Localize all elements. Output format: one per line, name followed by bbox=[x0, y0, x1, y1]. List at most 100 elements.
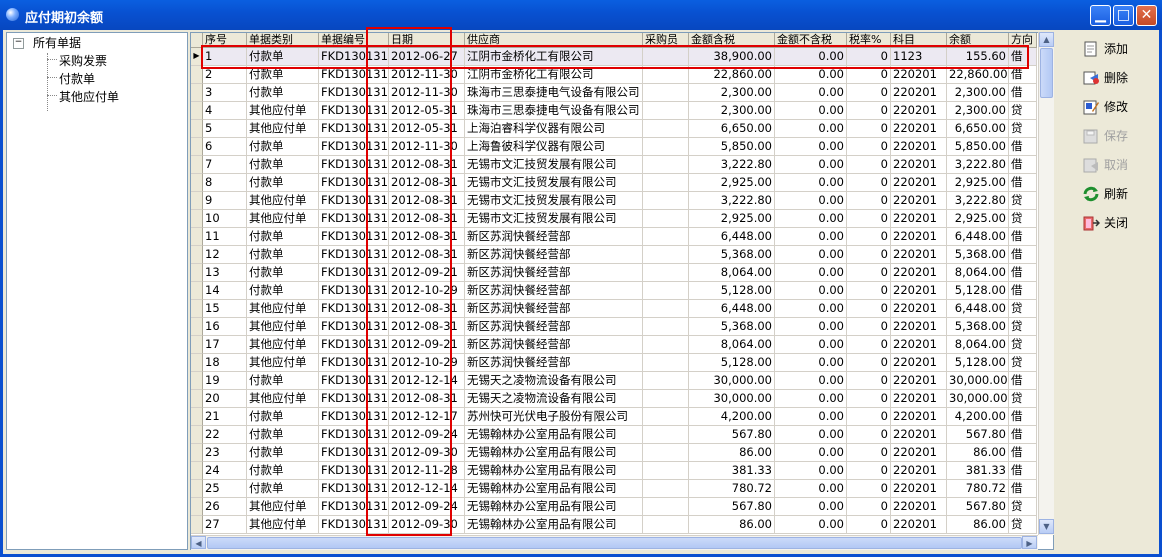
table-cell[interactable]: 其他应付单 bbox=[247, 390, 319, 408]
column-header[interactable]: 单据类别 bbox=[247, 33, 319, 48]
table-cell[interactable]: 贷 bbox=[1009, 318, 1037, 336]
table-cell[interactable]: 22 bbox=[203, 426, 247, 444]
table-cell[interactable]: 借 bbox=[1009, 408, 1037, 426]
table-cell[interactable]: 2012-11-30 bbox=[389, 138, 465, 156]
table-cell[interactable]: FKD130131 bbox=[319, 336, 389, 354]
table-cell[interactable] bbox=[643, 192, 689, 210]
table-cell[interactable]: FKD130131 bbox=[319, 390, 389, 408]
table-cell[interactable]: 220201 bbox=[891, 318, 947, 336]
scroll-down-button[interactable]: ▼ bbox=[1039, 519, 1054, 534]
cancel-button[interactable]: 取消 bbox=[1080, 154, 1152, 178]
table-cell[interactable]: 2012-09-30 bbox=[389, 444, 465, 462]
table-cell[interactable]: 贷 bbox=[1009, 516, 1037, 534]
tree-item-other-payable[interactable]: 其他应付单 bbox=[59, 88, 119, 105]
table-cell[interactable]: 0.00 bbox=[775, 462, 847, 480]
table-cell[interactable]: 2012-08-31 bbox=[389, 174, 465, 192]
table-cell[interactable]: 0 bbox=[847, 498, 891, 516]
table-cell[interactable]: 22,860.00 bbox=[689, 66, 775, 84]
table-cell[interactable]: 6,650.00 bbox=[947, 120, 1009, 138]
table-cell[interactable]: 0 bbox=[847, 516, 891, 534]
table-cell[interactable]: 0 bbox=[847, 336, 891, 354]
table-cell[interactable]: FKD130131 bbox=[319, 480, 389, 498]
table-cell[interactable]: 上海泊睿科学仪器有限公司 bbox=[465, 120, 643, 138]
table-cell[interactable]: 借 bbox=[1009, 372, 1037, 390]
table-cell[interactable] bbox=[643, 444, 689, 462]
close-button[interactable]: 关闭 bbox=[1080, 212, 1152, 236]
table-cell[interactable]: 0 bbox=[847, 318, 891, 336]
table-cell[interactable]: 6,448.00 bbox=[689, 228, 775, 246]
refresh-button[interactable]: 刷新 bbox=[1080, 183, 1152, 207]
table-cell[interactable]: 上海鲁彼科学仪器有限公司 bbox=[465, 138, 643, 156]
table-cell[interactable]: 1123 bbox=[891, 48, 947, 66]
row-indicator[interactable] bbox=[191, 462, 203, 480]
table-cell[interactable]: 0.00 bbox=[775, 264, 847, 282]
table-cell[interactable]: 0 bbox=[847, 48, 891, 66]
table-cell[interactable]: FKD130131 bbox=[319, 318, 389, 336]
table-cell[interactable]: 5,850.00 bbox=[689, 138, 775, 156]
row-indicator[interactable] bbox=[191, 66, 203, 84]
table-cell[interactable]: 22,860.00 bbox=[947, 66, 1009, 84]
table-cell[interactable]: 19 bbox=[203, 372, 247, 390]
table-cell[interactable]: 贷 bbox=[1009, 120, 1037, 138]
table-cell[interactable]: 3,222.80 bbox=[689, 156, 775, 174]
table-cell[interactable]: 0 bbox=[847, 282, 891, 300]
table-cell[interactable]: 0 bbox=[847, 66, 891, 84]
table-cell[interactable]: 0.00 bbox=[775, 282, 847, 300]
column-header[interactable]: 金额不含税 bbox=[775, 33, 847, 48]
table-cell[interactable]: FKD130131 bbox=[319, 408, 389, 426]
table-cell[interactable]: 贷 bbox=[1009, 102, 1037, 120]
table-cell[interactable]: 2012-08-31 bbox=[389, 300, 465, 318]
table-cell[interactable]: 5 bbox=[203, 120, 247, 138]
table-cell[interactable]: 0 bbox=[847, 426, 891, 444]
tree-item-payment-slip[interactable]: 付款单 bbox=[59, 70, 95, 87]
table-cell[interactable]: FKD130131 bbox=[319, 228, 389, 246]
table-cell[interactable]: 0.00 bbox=[775, 336, 847, 354]
table-cell[interactable]: FKD130131 bbox=[319, 462, 389, 480]
table-cell[interactable]: 0.00 bbox=[775, 210, 847, 228]
table-cell[interactable]: 3,222.80 bbox=[689, 192, 775, 210]
table-cell[interactable]: FKD130131 bbox=[319, 174, 389, 192]
table-cell[interactable]: 30,000.00 bbox=[947, 390, 1009, 408]
table-cell[interactable]: 0 bbox=[847, 246, 891, 264]
table-cell[interactable]: FKD130131 bbox=[319, 264, 389, 282]
row-indicator[interactable] bbox=[191, 318, 203, 336]
scroll-left-button[interactable]: ◀ bbox=[191, 536, 206, 549]
table-cell[interactable]: 0 bbox=[847, 408, 891, 426]
table-cell[interactable]: 其他应付单 bbox=[247, 192, 319, 210]
table-cell[interactable]: FKD130131 bbox=[319, 102, 389, 120]
table-cell[interactable]: 2012-08-31 bbox=[389, 390, 465, 408]
table-cell[interactable]: 220201 bbox=[891, 480, 947, 498]
table-cell[interactable]: 780.72 bbox=[689, 480, 775, 498]
table-cell[interactable]: 2012-11-30 bbox=[389, 84, 465, 102]
table-cell[interactable]: FKD130131 bbox=[319, 498, 389, 516]
table-cell[interactable]: 86.00 bbox=[947, 444, 1009, 462]
table-cell[interactable]: 借 bbox=[1009, 444, 1037, 462]
table-cell[interactable]: 5,128.00 bbox=[947, 354, 1009, 372]
table-cell[interactable]: 借 bbox=[1009, 426, 1037, 444]
save-button[interactable]: 保存 bbox=[1080, 125, 1152, 149]
table-cell[interactable]: 0 bbox=[847, 102, 891, 120]
table-cell[interactable]: 借 bbox=[1009, 156, 1037, 174]
table-cell[interactable]: FKD130131 bbox=[319, 120, 389, 138]
table-cell[interactable]: 0.00 bbox=[775, 102, 847, 120]
table-cell[interactable]: 其他应付单 bbox=[247, 336, 319, 354]
row-indicator[interactable] bbox=[191, 156, 203, 174]
table-cell[interactable]: FKD130131 bbox=[319, 48, 389, 66]
table-cell[interactable]: 10 bbox=[203, 210, 247, 228]
table-cell[interactable]: 38,900.00 bbox=[689, 48, 775, 66]
collapse-icon[interactable]: − bbox=[13, 38, 24, 49]
table-cell[interactable]: 借 bbox=[1009, 66, 1037, 84]
table-cell[interactable]: 0 bbox=[847, 192, 891, 210]
table-cell[interactable]: 8 bbox=[203, 174, 247, 192]
table-cell[interactable]: 0 bbox=[847, 228, 891, 246]
table-cell[interactable]: 无锡翰林办公室用品有限公司 bbox=[465, 426, 643, 444]
table-cell[interactable]: FKD130131 bbox=[319, 372, 389, 390]
table-cell[interactable]: 付款单 bbox=[247, 156, 319, 174]
table-cell[interactable] bbox=[643, 210, 689, 228]
table-cell[interactable]: 无锡翰林办公室用品有限公司 bbox=[465, 462, 643, 480]
table-cell[interactable]: 2012-09-24 bbox=[389, 498, 465, 516]
table-cell[interactable]: FKD130131 bbox=[319, 138, 389, 156]
table-cell[interactable]: 220201 bbox=[891, 138, 947, 156]
table-cell[interactable] bbox=[643, 66, 689, 84]
table-cell[interactable]: 4 bbox=[203, 102, 247, 120]
